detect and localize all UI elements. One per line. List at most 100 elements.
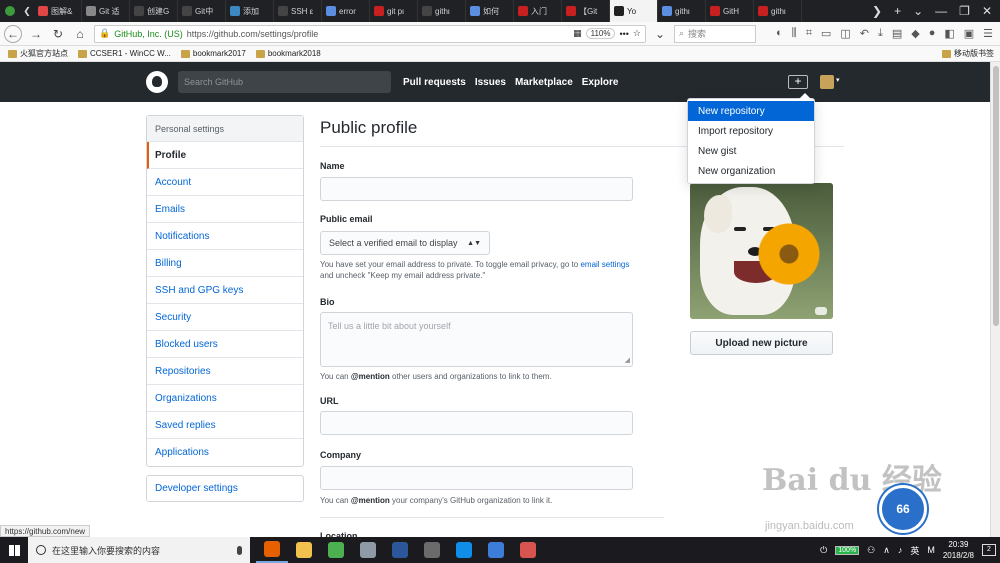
taskbar-app-photo[interactable] xyxy=(416,537,448,563)
qr-code-icon[interactable]: ▦ xyxy=(573,28,582,39)
sidebar-item-repositories[interactable]: Repositories xyxy=(147,358,303,385)
taskbar-app-app-gray[interactable] xyxy=(352,537,384,563)
forward-button[interactable]: → xyxy=(28,26,44,42)
edit-picture-icon[interactable] xyxy=(815,307,827,315)
addon-icon[interactable]: ▤ xyxy=(892,27,902,40)
menu-item-new-organization[interactable]: New organization xyxy=(688,161,814,181)
reload-button[interactable]: ↻ xyxy=(50,26,66,42)
email-settings-link[interactable]: email settings xyxy=(580,260,629,269)
browser-tab[interactable]: Git中 xyxy=(178,0,226,22)
tab-scroll-left-icon[interactable]: ❮ xyxy=(20,6,34,17)
sidebar-item-applications[interactable]: Applications xyxy=(147,439,303,466)
reader-icon[interactable]: ▣ xyxy=(964,27,974,40)
browser-menu-icon[interactable] xyxy=(0,0,20,22)
browser-tab[interactable]: Git 适 xyxy=(82,0,130,22)
sidebar-item-security[interactable]: Security xyxy=(147,304,303,331)
browser-tab[interactable]: 图解& xyxy=(34,0,82,22)
taskbar-app-teamviewer[interactable] xyxy=(448,537,480,563)
browser-tab[interactable]: 创建G xyxy=(130,0,178,22)
volume-icon[interactable]: ♪ xyxy=(898,545,903,555)
github-nav-marketplace[interactable]: Marketplace xyxy=(515,77,573,88)
taskbar-app-firefox[interactable] xyxy=(256,537,288,563)
chevron-up-icon[interactable]: ∧ xyxy=(883,545,890,556)
ime-language[interactable]: 英 xyxy=(910,544,919,557)
dropdown-arrow-icon[interactable]: ⌄ xyxy=(652,26,668,42)
sidebar-item-profile[interactable]: Profile xyxy=(147,142,303,169)
browser-tab[interactable]: 添加 xyxy=(226,0,274,22)
bookmark-item[interactable]: bookmark2017 xyxy=(180,48,246,59)
github-search-input[interactable]: Search GitHub xyxy=(178,71,391,93)
back-button[interactable]: ← xyxy=(4,24,22,43)
clock[interactable]: 20:39 2018/2/8 xyxy=(943,539,974,561)
firefox-icon[interactable]: ◐ xyxy=(776,27,783,40)
microphone-icon[interactable] xyxy=(237,545,242,555)
close-window-icon[interactable]: ✕ xyxy=(982,4,992,18)
url-text[interactable]: https://github.com/settings/profile xyxy=(187,29,319,39)
sidebar-item-notifications[interactable]: Notifications xyxy=(147,223,303,250)
site-identity[interactable]: GitHub, Inc. (US) xyxy=(114,29,183,39)
menu-item-import-repository[interactable]: Import repository xyxy=(688,121,814,141)
company-input[interactable] xyxy=(320,466,633,490)
people-icon[interactable]: ⚇ xyxy=(867,545,875,556)
public-email-select[interactable]: Select a verified email to display ▲▼ xyxy=(320,231,490,255)
menu-item-new-gist[interactable]: New gist xyxy=(688,141,814,161)
menu-item-new-repository[interactable]: New repository xyxy=(688,101,814,121)
browser-tab[interactable]: 【Git xyxy=(562,0,610,22)
sidebar-item-organizations[interactable]: Organizations xyxy=(147,385,303,412)
search-field[interactable]: ⌕ 搜索 xyxy=(674,24,756,43)
taskbar-app-app-blue[interactable] xyxy=(480,537,512,563)
taskbar-app-explorer[interactable] xyxy=(288,537,320,563)
upload-picture-button[interactable]: Upload new picture xyxy=(690,331,833,355)
chat-icon[interactable]: ◫ xyxy=(840,27,850,40)
sidebar-item-blocked-users[interactable]: Blocked users xyxy=(147,331,303,358)
bio-textarea[interactable]: Tell us a little bit about yourself ◢ xyxy=(320,312,633,367)
sidebar-item-account[interactable]: Account xyxy=(147,169,303,196)
hamburger-menu-icon[interactable]: ☰ xyxy=(983,27,993,40)
taskbar-app-word[interactable] xyxy=(384,537,416,563)
address-bar[interactable]: 🔒 GitHub, Inc. (US) https://github.com/s… xyxy=(94,24,646,43)
minimize-icon[interactable]: — xyxy=(935,4,947,18)
page-scrollbar[interactable] xyxy=(990,62,1000,537)
tab-list-menu-icon[interactable]: ⌄ xyxy=(913,4,923,18)
sync-icon[interactable]: ▭ xyxy=(821,27,831,40)
create-new-button[interactable]: + xyxy=(788,75,808,89)
github-nav-pull-requests[interactable]: Pull requests xyxy=(403,77,466,88)
notification-icon[interactable]: 2 xyxy=(982,544,996,556)
avatar-caret-icon[interactable]: ▾ xyxy=(836,76,840,84)
wechat-icon[interactable]: ● xyxy=(929,27,936,40)
battery-indicator[interactable]: 100% xyxy=(835,545,860,555)
url-input[interactable] xyxy=(320,411,633,435)
taskbar-app-app-green[interactable] xyxy=(320,537,352,563)
page-actions-icon[interactable]: ••• xyxy=(619,29,628,39)
sidebar-item-emails[interactable]: Emails xyxy=(147,196,303,223)
tab-scroll-right-icon[interactable]: ❯ xyxy=(872,4,882,18)
taskbar-search[interactable]: 在这里输入你要搜索的内容 xyxy=(28,537,250,563)
ime-mode[interactable]: M xyxy=(927,545,935,555)
sidebar-item-billing[interactable]: Billing xyxy=(147,250,303,277)
browser-tab[interactable]: error xyxy=(322,0,370,22)
new-tab-button[interactable]: + xyxy=(894,4,901,18)
extension-icon[interactable]: ◧ xyxy=(944,27,954,40)
sidebar-item-developer-settings[interactable]: Developer settings xyxy=(146,475,304,502)
browser-tab[interactable]: git pι xyxy=(370,0,418,22)
shield-icon[interactable]: ◆ xyxy=(911,27,919,40)
sidebar-item-ssh-and-gpg-keys[interactable]: SSH and GPG keys xyxy=(147,277,303,304)
github-logo-icon[interactable] xyxy=(146,71,168,93)
user-avatar[interactable] xyxy=(820,75,834,89)
github-nav-explore[interactable]: Explore xyxy=(582,77,619,88)
bookmark-star-icon[interactable]: ☆ xyxy=(633,28,641,39)
mobile-bookmarks[interactable]: 移动版书签 xyxy=(942,48,1000,59)
name-input[interactable] xyxy=(320,177,633,201)
restore-icon[interactable]: ❐ xyxy=(959,4,970,18)
home-button[interactable]: ⌂ xyxy=(72,26,88,42)
bookmark-item[interactable]: 火狐官方站点 xyxy=(8,48,68,59)
library-icon[interactable]: ⫼ xyxy=(792,27,797,40)
github-nav-issues[interactable]: Issues xyxy=(475,77,506,88)
browser-tab[interactable]: 如何 xyxy=(466,0,514,22)
screenshot-icon[interactable]: ⌗ xyxy=(806,27,812,40)
browser-tab[interactable]: GitH xyxy=(706,0,754,22)
scrollbar-thumb[interactable] xyxy=(993,66,999,326)
bookmark-item[interactable]: bookmark2018 xyxy=(255,48,321,59)
download-icon[interactable]: ⤓ xyxy=(878,27,883,40)
browser-tab[interactable]: Yo xyxy=(610,0,658,22)
